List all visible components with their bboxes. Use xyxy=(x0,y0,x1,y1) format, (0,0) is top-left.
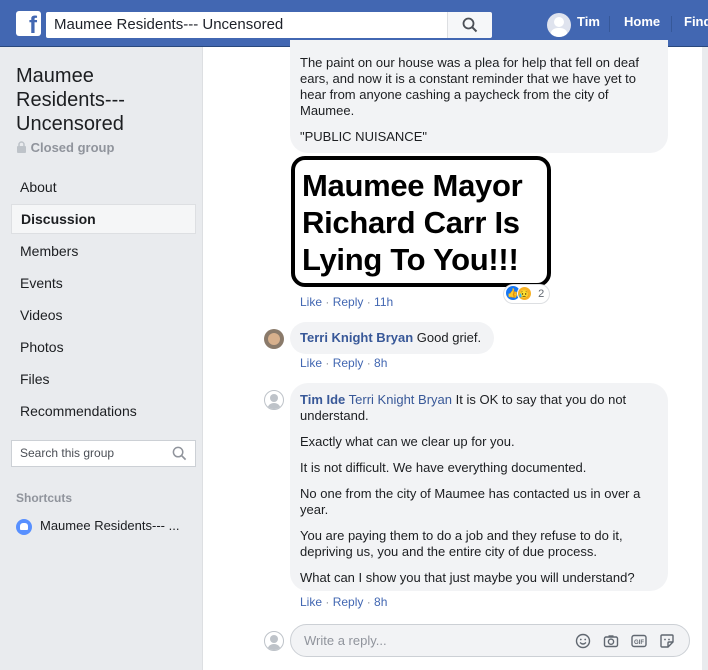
reply-link[interactable]: Reply xyxy=(333,295,364,309)
group-search-input[interactable]: Search this group xyxy=(11,440,196,467)
comment-text: No one from the city of Maumee has conta… xyxy=(300,486,641,517)
gif-icon[interactable]: GIF xyxy=(631,633,647,649)
svg-text:GIF: GIF xyxy=(634,640,644,646)
camera-icon[interactable] xyxy=(603,633,619,649)
reply-input[interactable]: Write a reply... GIF xyxy=(290,624,690,657)
avatar xyxy=(264,631,284,651)
comment-author[interactable]: Terri Knight Bryan xyxy=(300,330,413,345)
comment-author[interactable]: Tim Ide xyxy=(300,392,345,407)
sidebar-item-photos[interactable]: Photos xyxy=(11,332,196,362)
comment-actions: Like · Reply · 8h xyxy=(300,595,388,609)
search-button[interactable] xyxy=(447,12,492,38)
reply-link[interactable]: Reply xyxy=(333,356,364,370)
comment-text: You are paying them to do a job and they… xyxy=(300,528,623,559)
sidebar-item-files[interactable]: Files xyxy=(11,364,196,394)
timestamp[interactable]: 11h xyxy=(374,295,393,309)
like-link[interactable]: Like xyxy=(300,356,322,370)
sidebar-item-videos[interactable]: Videos xyxy=(11,300,196,330)
search-icon[interactable] xyxy=(172,446,187,461)
comment-bubble: Tim Ide Terri Knight Bryan It is OK to s… xyxy=(290,383,668,591)
avatar[interactable] xyxy=(264,390,284,410)
sad-reaction-icon: 😥 xyxy=(517,285,532,301)
sidebar-item-recommendations[interactable]: Recommendations xyxy=(11,396,196,426)
shortcuts-heading: Shortcuts xyxy=(16,491,73,505)
sticker-icon[interactable] xyxy=(659,633,675,649)
profile-link[interactable]: Tim xyxy=(577,14,600,29)
group-icon xyxy=(16,518,32,535)
user-avatar[interactable] xyxy=(547,13,571,37)
timestamp[interactable]: 8h xyxy=(374,595,387,609)
group-privacy-label: Closed group xyxy=(30,140,115,155)
comment-text: It is not difficult. We have everything … xyxy=(300,460,587,475)
page-gutter xyxy=(702,47,708,670)
find-friends-link[interactable]: Find xyxy=(684,14,708,29)
group-search-placeholder: Search this group xyxy=(20,446,115,460)
group-title[interactable]: Maumee Residents--- Uncensored xyxy=(16,64,186,136)
sidebar-item-events[interactable]: Events xyxy=(11,268,196,298)
nav-divider xyxy=(671,16,672,32)
comment-text: Good grief. xyxy=(416,330,482,345)
avatar[interactable] xyxy=(264,329,284,349)
comment-text: The paint on our house was a plea for he… xyxy=(300,55,639,118)
shortcut-group-label: Maumee Residents--- ... xyxy=(40,518,180,533)
comment-bubble: Terri Knight Bryan Good grief. xyxy=(290,322,494,354)
reaction-count: 2 xyxy=(538,288,545,300)
comment-text: "PUBLIC NUISANCE" xyxy=(300,129,427,144)
comment-text: What can I show you that just maybe you … xyxy=(300,570,635,585)
sidebar-item-discussion[interactable]: Discussion xyxy=(11,204,196,234)
comment-image-sign[interactable]: Maumee Mayor Richard Carr Is Lying To Yo… xyxy=(291,156,551,287)
sidebar-item-members[interactable]: Members xyxy=(11,236,196,266)
like-link[interactable]: Like xyxy=(300,295,322,309)
comment-actions: Like · Reply · 11h xyxy=(300,295,394,309)
tagged-user[interactable]: Terri Knight Bryan xyxy=(349,392,452,407)
comment-actions: Like · Reply · 8h xyxy=(300,356,388,370)
group-privacy: Closed group xyxy=(16,140,114,155)
reply-link[interactable]: Reply xyxy=(333,595,364,609)
search-icon xyxy=(462,17,478,33)
reply-placeholder: Write a reply... xyxy=(304,633,387,648)
emoji-icon[interactable] xyxy=(575,633,591,649)
global-search-input[interactable]: Maumee Residents--- Uncensored xyxy=(46,12,490,38)
reaction-summary[interactable]: 👍😥 2 xyxy=(504,285,550,303)
closed-lock-icon xyxy=(17,141,26,153)
home-link[interactable]: Home xyxy=(624,14,660,29)
comment-bubble: The paint on our house was a plea for he… xyxy=(290,40,668,153)
shortcut-group-link[interactable]: Maumee Residents--- ... xyxy=(16,517,196,535)
nav-divider xyxy=(609,16,610,32)
like-link[interactable]: Like xyxy=(300,595,322,609)
comment-text: Exactly what can we clear up for you. xyxy=(300,434,515,449)
facebook-logo-icon[interactable]: f xyxy=(16,11,41,36)
timestamp[interactable]: 8h xyxy=(374,356,387,370)
sidebar-item-about[interactable]: About xyxy=(11,172,196,202)
